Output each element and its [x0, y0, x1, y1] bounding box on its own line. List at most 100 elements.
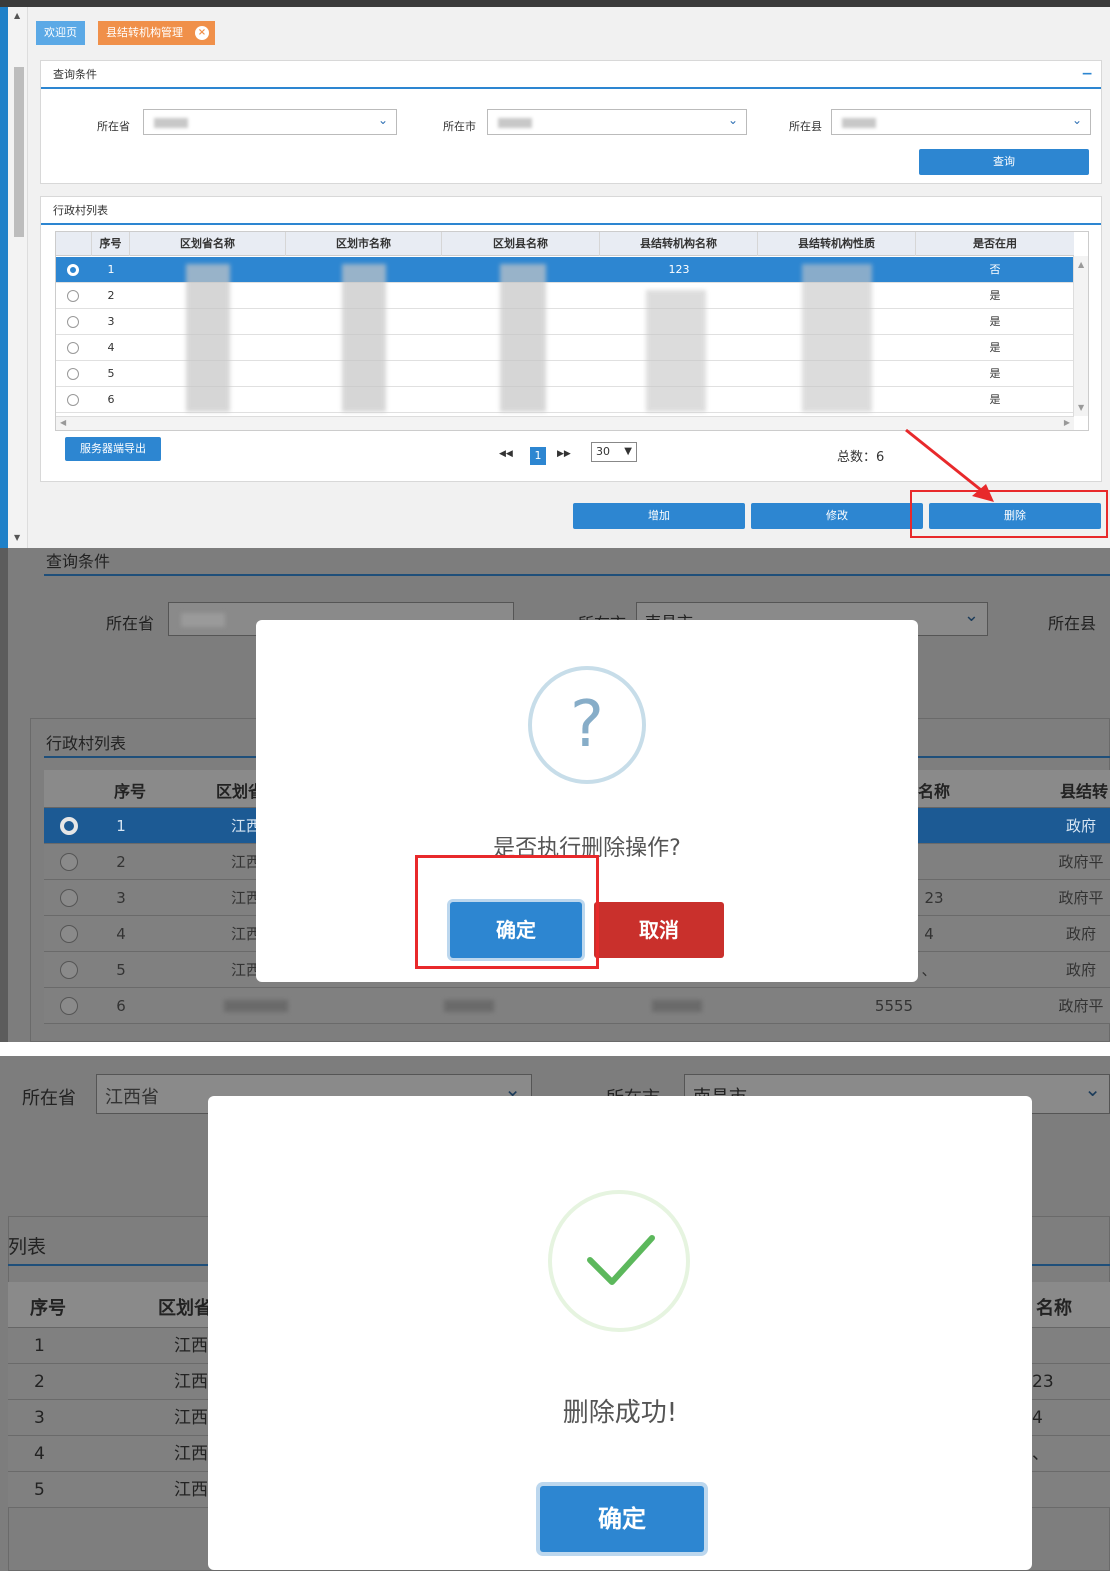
- row-radio[interactable]: [60, 853, 78, 871]
- row-no: 2: [116, 853, 126, 871]
- server-export-button[interactable]: 服务器端导出: [65, 437, 161, 461]
- scroll-down-icon[interactable]: ▼: [1078, 403, 1084, 412]
- scroll-left-icon[interactable]: ◀: [60, 418, 66, 427]
- left-edge: [0, 548, 8, 1042]
- row-nature: 政府: [1065, 925, 1096, 943]
- success-check-icon: [548, 1190, 690, 1332]
- question-icon: ?: [528, 666, 646, 784]
- tab-bar: 欢迎页 县结转机构管理 ×: [32, 18, 1110, 46]
- header-radio-col: [56, 232, 92, 256]
- col-county: 区划县名称: [442, 232, 600, 256]
- row-org-name: 、: [921, 961, 937, 979]
- row-no: 4: [34, 1444, 45, 1464]
- col-org-name: 名称: [918, 782, 951, 801]
- row-province: 江西: [174, 1336, 208, 1356]
- scroll-right-icon[interactable]: ▶: [1064, 418, 1070, 427]
- row-province: 江西: [174, 1372, 208, 1392]
- highlight-box: [415, 855, 599, 969]
- window-topbar: [0, 0, 1110, 7]
- county-select[interactable]: ⌄: [831, 109, 1091, 135]
- redacted-cell: [224, 1000, 288, 1012]
- col-no: 序号: [92, 232, 130, 256]
- row-radio[interactable]: [60, 925, 78, 943]
- row-radio[interactable]: [67, 290, 79, 302]
- scroll-thumb[interactable]: [14, 67, 24, 237]
- row-in-use: 是: [989, 289, 1001, 302]
- row-radio[interactable]: [67, 264, 79, 276]
- chevron-down-icon: ⌄: [377, 113, 388, 127]
- row-no: 2: [34, 1372, 45, 1392]
- county-label: 所在县: [1048, 614, 1097, 633]
- city-value-redacted: [498, 118, 532, 128]
- province-select[interactable]: ⌄: [143, 109, 397, 135]
- search-button[interactable]: 查询: [919, 149, 1089, 175]
- chevron-down-icon: ⌄: [1084, 1077, 1101, 1101]
- row-in-use: 是: [989, 393, 1001, 406]
- row-radio[interactable]: [60, 961, 78, 979]
- header-underline: [44, 574, 1110, 576]
- table-row[interactable]: 6 5555 政府平: [44, 988, 1110, 1024]
- row-radio[interactable]: [67, 368, 79, 380]
- query-panel-title: 查询条件: [46, 552, 111, 571]
- close-tab-icon[interactable]: ×: [195, 26, 209, 40]
- row-no: 4: [116, 925, 126, 943]
- add-button[interactable]: 增加: [573, 503, 745, 529]
- row-org-name: 4: [1032, 1408, 1043, 1428]
- redacted-cell: [652, 1000, 702, 1012]
- query-panel-title: 查询条件: [41, 61, 1101, 89]
- county-value-redacted: [842, 118, 876, 128]
- redacted-city-cells: [342, 264, 386, 412]
- row-no: 3: [107, 315, 115, 328]
- row-no: 6: [116, 997, 126, 1015]
- management-screen: ▲ ▼ 欢迎页 县结转机构管理 × 查询条件 − 所在省 ⌄ 所在市 ⌄ 所在县…: [0, 0, 1110, 548]
- row-org-name: 23: [924, 889, 944, 907]
- redacted-province-cells: [186, 264, 230, 412]
- row-no: 4: [107, 341, 115, 354]
- success-dialog: 删除成功! 确定: [208, 1096, 1032, 1570]
- tab-org-management[interactable]: 县结转机构管理 ×: [98, 21, 215, 45]
- row-no: 5: [107, 367, 115, 380]
- row-radio[interactable]: [60, 997, 78, 1015]
- scroll-up-icon[interactable]: ▲: [1078, 260, 1084, 269]
- first-page-icon[interactable]: ◀◀: [499, 449, 513, 459]
- row-radio[interactable]: [67, 342, 79, 354]
- row-no: 6: [107, 393, 115, 406]
- list-panel-title: 行政村列表: [41, 197, 1101, 225]
- scroll-up-icon[interactable]: ▲: [14, 11, 20, 20]
- province-value-redacted: [154, 118, 188, 128]
- redacted-cell: [444, 1000, 494, 1012]
- tab-welcome[interactable]: 欢迎页: [36, 21, 85, 45]
- page-scrollbar[interactable]: ▲ ▼: [10, 7, 28, 548]
- collapse-icon[interactable]: −: [1081, 66, 1093, 82]
- city-select[interactable]: ⌄: [487, 109, 747, 135]
- row-radio[interactable]: [67, 316, 79, 328]
- current-page[interactable]: 1: [530, 447, 546, 465]
- grid-vertical-scrollbar[interactable]: ▲ ▼: [1073, 256, 1088, 416]
- row-org-name: 、: [1032, 1444, 1049, 1464]
- province-value: 江西省: [105, 1087, 159, 1108]
- confirm-screen: 查询条件 所在省 所在市 南昌市 ⌄ 所在县 行政村列表 序号 区划省 名称 县…: [0, 548, 1110, 1042]
- success-ok-button[interactable]: 确定: [540, 1486, 704, 1552]
- row-province: 江西: [174, 1408, 208, 1428]
- row-org-name: 123: [668, 263, 690, 276]
- check-mark-icon: [587, 1235, 655, 1285]
- scroll-down-icon[interactable]: ▼: [14, 533, 20, 542]
- row-radio[interactable]: [60, 817, 78, 835]
- row-nature: 政府: [1065, 961, 1096, 979]
- row-radio[interactable]: [60, 889, 78, 907]
- last-page-icon[interactable]: ▶▶: [557, 449, 571, 459]
- row-org-name: 4: [924, 925, 934, 943]
- col-province: 区划省名称: [130, 232, 286, 256]
- col-org-nature: 县结转机构性质: [758, 232, 916, 256]
- confirm-cancel-button[interactable]: 取消: [594, 902, 724, 958]
- row-radio[interactable]: [67, 394, 79, 406]
- col-in-use: 是否在用: [973, 237, 1017, 250]
- province-label: 所在省: [22, 1088, 76, 1109]
- row-nature: 政府: [1065, 817, 1096, 835]
- page-size-select[interactable]: 30 ▼: [591, 442, 637, 462]
- col-org-nature: 县结转: [1060, 782, 1109, 801]
- redacted-orgname-cells: [646, 290, 706, 412]
- row-nature: 政府平: [1058, 997, 1104, 1015]
- success-message: 删除成功!: [562, 1398, 678, 1428]
- province-label: 所在省: [97, 120, 130, 133]
